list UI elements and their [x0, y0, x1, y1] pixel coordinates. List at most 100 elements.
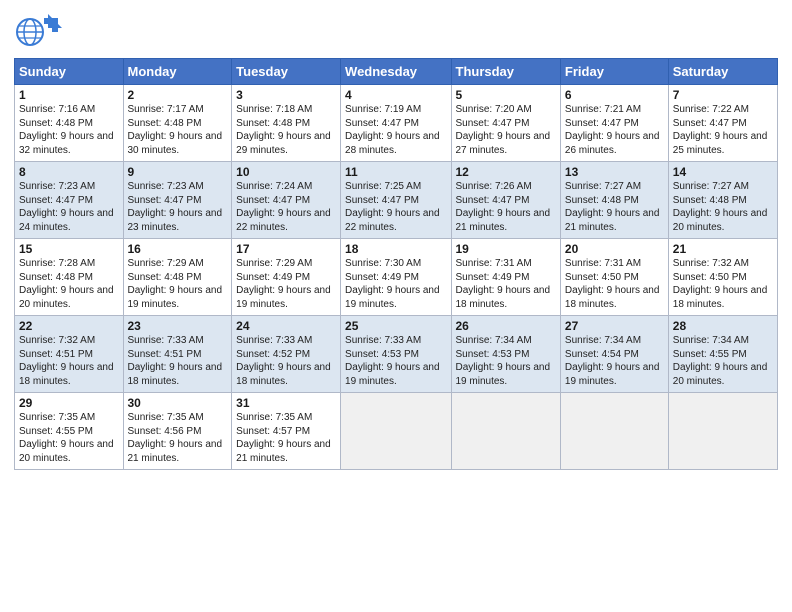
day-info: Sunrise: 7:33 AMSunset: 4:52 PMDaylight:…	[236, 334, 336, 388]
day-number: 20	[565, 242, 664, 256]
calendar-cell: 12Sunrise: 7:26 AMSunset: 4:47 PMDayligh…	[451, 162, 560, 239]
calendar-cell: 17Sunrise: 7:29 AMSunset: 4:49 PMDayligh…	[232, 239, 341, 316]
day-number: 18	[345, 242, 446, 256]
calendar-cell	[341, 393, 451, 470]
calendar-cell	[560, 393, 668, 470]
calendar-cell: 31Sunrise: 7:35 AMSunset: 4:57 PMDayligh…	[232, 393, 341, 470]
calendar-week-4: 22Sunrise: 7:32 AMSunset: 4:51 PMDayligh…	[15, 316, 778, 393]
day-info: Sunrise: 7:20 AMSunset: 4:47 PMDaylight:…	[456, 103, 556, 157]
day-info: Sunrise: 7:21 AMSunset: 4:47 PMDaylight:…	[565, 103, 664, 157]
calendar-cell: 4Sunrise: 7:19 AMSunset: 4:47 PMDaylight…	[341, 85, 451, 162]
day-info: Sunrise: 7:29 AMSunset: 4:49 PMDaylight:…	[236, 257, 336, 311]
day-number: 13	[565, 165, 664, 179]
day-number: 19	[456, 242, 556, 256]
calendar-body: 1Sunrise: 7:16 AMSunset: 4:48 PMDaylight…	[15, 85, 778, 470]
day-number: 5	[456, 88, 556, 102]
day-number: 16	[128, 242, 228, 256]
calendar-cell: 29Sunrise: 7:35 AMSunset: 4:55 PMDayligh…	[15, 393, 124, 470]
calendar-cell: 18Sunrise: 7:30 AMSunset: 4:49 PMDayligh…	[341, 239, 451, 316]
calendar-cell: 20Sunrise: 7:31 AMSunset: 4:50 PMDayligh…	[560, 239, 668, 316]
calendar-week-3: 15Sunrise: 7:28 AMSunset: 4:48 PMDayligh…	[15, 239, 778, 316]
day-info: Sunrise: 7:31 AMSunset: 4:49 PMDaylight:…	[456, 257, 556, 311]
calendar-cell: 10Sunrise: 7:24 AMSunset: 4:47 PMDayligh…	[232, 162, 341, 239]
day-number: 6	[565, 88, 664, 102]
day-number: 28	[673, 319, 773, 333]
calendar-cell: 15Sunrise: 7:28 AMSunset: 4:48 PMDayligh…	[15, 239, 124, 316]
weekday-sunday: Sunday	[15, 59, 124, 85]
calendar-cell: 3Sunrise: 7:18 AMSunset: 4:48 PMDaylight…	[232, 85, 341, 162]
day-number: 21	[673, 242, 773, 256]
weekday-wednesday: Wednesday	[341, 59, 451, 85]
day-info: Sunrise: 7:25 AMSunset: 4:47 PMDaylight:…	[345, 180, 446, 234]
calendar-cell: 26Sunrise: 7:34 AMSunset: 4:53 PMDayligh…	[451, 316, 560, 393]
day-info: Sunrise: 7:18 AMSunset: 4:48 PMDaylight:…	[236, 103, 336, 157]
day-info: Sunrise: 7:19 AMSunset: 4:47 PMDaylight:…	[345, 103, 446, 157]
day-number: 17	[236, 242, 336, 256]
day-number: 25	[345, 319, 446, 333]
day-info: Sunrise: 7:27 AMSunset: 4:48 PMDaylight:…	[565, 180, 664, 234]
weekday-thursday: Thursday	[451, 59, 560, 85]
day-number: 3	[236, 88, 336, 102]
weekday-tuesday: Tuesday	[232, 59, 341, 85]
day-number: 2	[128, 88, 228, 102]
day-info: Sunrise: 7:29 AMSunset: 4:48 PMDaylight:…	[128, 257, 228, 311]
day-info: Sunrise: 7:28 AMSunset: 4:48 PMDaylight:…	[19, 257, 119, 311]
day-info: Sunrise: 7:23 AMSunset: 4:47 PMDaylight:…	[128, 180, 228, 234]
day-info: Sunrise: 7:34 AMSunset: 4:53 PMDaylight:…	[456, 334, 556, 388]
logo	[14, 10, 66, 50]
day-info: Sunrise: 7:22 AMSunset: 4:47 PMDaylight:…	[673, 103, 773, 157]
day-number: 9	[128, 165, 228, 179]
calendar-cell: 11Sunrise: 7:25 AMSunset: 4:47 PMDayligh…	[341, 162, 451, 239]
day-number: 31	[236, 396, 336, 410]
calendar-cell: 13Sunrise: 7:27 AMSunset: 4:48 PMDayligh…	[560, 162, 668, 239]
calendar-table: SundayMondayTuesdayWednesdayThursdayFrid…	[14, 58, 778, 470]
day-info: Sunrise: 7:17 AMSunset: 4:48 PMDaylight:…	[128, 103, 228, 157]
day-number: 30	[128, 396, 228, 410]
calendar-cell: 27Sunrise: 7:34 AMSunset: 4:54 PMDayligh…	[560, 316, 668, 393]
day-number: 15	[19, 242, 119, 256]
page-container: SundayMondayTuesdayWednesdayThursdayFrid…	[0, 0, 792, 478]
calendar-cell: 22Sunrise: 7:32 AMSunset: 4:51 PMDayligh…	[15, 316, 124, 393]
day-number: 23	[128, 319, 228, 333]
day-info: Sunrise: 7:33 AMSunset: 4:53 PMDaylight:…	[345, 334, 446, 388]
day-number: 27	[565, 319, 664, 333]
day-number: 11	[345, 165, 446, 179]
day-info: Sunrise: 7:35 AMSunset: 4:55 PMDaylight:…	[19, 411, 119, 465]
calendar-week-2: 8Sunrise: 7:23 AMSunset: 4:47 PMDaylight…	[15, 162, 778, 239]
calendar-cell: 7Sunrise: 7:22 AMSunset: 4:47 PMDaylight…	[668, 85, 777, 162]
calendar-cell: 8Sunrise: 7:23 AMSunset: 4:47 PMDaylight…	[15, 162, 124, 239]
day-number: 10	[236, 165, 336, 179]
day-info: Sunrise: 7:32 AMSunset: 4:51 PMDaylight:…	[19, 334, 119, 388]
day-info: Sunrise: 7:34 AMSunset: 4:54 PMDaylight:…	[565, 334, 664, 388]
calendar-cell: 16Sunrise: 7:29 AMSunset: 4:48 PMDayligh…	[123, 239, 232, 316]
calendar-cell: 5Sunrise: 7:20 AMSunset: 4:47 PMDaylight…	[451, 85, 560, 162]
calendar-cell	[668, 393, 777, 470]
day-number: 26	[456, 319, 556, 333]
day-info: Sunrise: 7:33 AMSunset: 4:51 PMDaylight:…	[128, 334, 228, 388]
day-info: Sunrise: 7:31 AMSunset: 4:50 PMDaylight:…	[565, 257, 664, 311]
day-info: Sunrise: 7:24 AMSunset: 4:47 PMDaylight:…	[236, 180, 336, 234]
day-info: Sunrise: 7:16 AMSunset: 4:48 PMDaylight:…	[19, 103, 119, 157]
page-header	[14, 10, 778, 50]
day-info: Sunrise: 7:26 AMSunset: 4:47 PMDaylight:…	[456, 180, 556, 234]
day-info: Sunrise: 7:35 AMSunset: 4:57 PMDaylight:…	[236, 411, 336, 465]
calendar-cell: 1Sunrise: 7:16 AMSunset: 4:48 PMDaylight…	[15, 85, 124, 162]
calendar-cell: 25Sunrise: 7:33 AMSunset: 4:53 PMDayligh…	[341, 316, 451, 393]
day-number: 12	[456, 165, 556, 179]
calendar-cell: 24Sunrise: 7:33 AMSunset: 4:52 PMDayligh…	[232, 316, 341, 393]
calendar-cell: 6Sunrise: 7:21 AMSunset: 4:47 PMDaylight…	[560, 85, 668, 162]
calendar-cell: 14Sunrise: 7:27 AMSunset: 4:48 PMDayligh…	[668, 162, 777, 239]
day-number: 24	[236, 319, 336, 333]
day-number: 7	[673, 88, 773, 102]
day-number: 1	[19, 88, 119, 102]
calendar-header: SundayMondayTuesdayWednesdayThursdayFrid…	[15, 59, 778, 85]
day-number: 8	[19, 165, 119, 179]
calendar-cell: 30Sunrise: 7:35 AMSunset: 4:56 PMDayligh…	[123, 393, 232, 470]
day-info: Sunrise: 7:23 AMSunset: 4:47 PMDaylight:…	[19, 180, 119, 234]
logo-icon	[14, 10, 62, 50]
calendar-cell: 23Sunrise: 7:33 AMSunset: 4:51 PMDayligh…	[123, 316, 232, 393]
weekday-header-row: SundayMondayTuesdayWednesdayThursdayFrid…	[15, 59, 778, 85]
calendar-cell: 2Sunrise: 7:17 AMSunset: 4:48 PMDaylight…	[123, 85, 232, 162]
day-number: 4	[345, 88, 446, 102]
calendar-week-5: 29Sunrise: 7:35 AMSunset: 4:55 PMDayligh…	[15, 393, 778, 470]
